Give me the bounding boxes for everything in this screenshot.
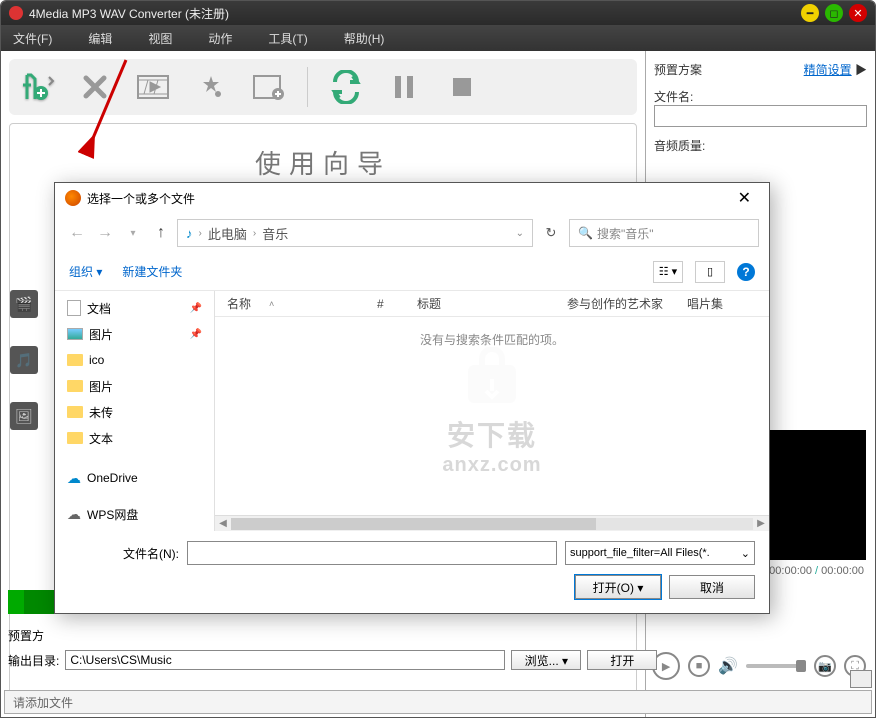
tree-item[interactable]: 未传: [55, 399, 214, 425]
empty-message: 没有与搜索条件匹配的项。: [420, 331, 564, 348]
breadcrumb[interactable]: ♪ › 此电脑 › 音乐 ⌄: [177, 219, 533, 247]
nav-up-button[interactable]: ↑: [149, 224, 173, 242]
folder-icon: [67, 432, 83, 444]
cancel-button[interactable]: 取消: [669, 575, 755, 599]
titlebar: 4Media MP3 WAV Converter (未注册) ━ ◻ ✕: [1, 1, 875, 25]
bottom-preset-label: 预置方: [8, 627, 44, 644]
wizard-title: 使用向导: [10, 144, 636, 181]
maximize-button[interactable]: ◻: [825, 4, 843, 22]
volume-icon: 🔊: [718, 656, 738, 676]
refresh-button[interactable]: ↻: [537, 225, 565, 241]
pause-button[interactable]: [384, 67, 424, 107]
menu-tools[interactable]: 工具(T): [268, 30, 307, 47]
filename-input[interactable]: [654, 105, 867, 127]
play-controls: ▶ ■ 🔊 📷 ⛶: [652, 652, 866, 680]
clip-button[interactable]: [133, 67, 173, 107]
delete-button[interactable]: [75, 67, 115, 107]
help-button[interactable]: ?: [737, 263, 755, 281]
side-tab-video[interactable]: 🎬: [10, 290, 38, 318]
filename-field[interactable]: [187, 541, 557, 565]
convert-button[interactable]: [326, 67, 366, 107]
cloud-icon: ☁: [67, 470, 81, 487]
folder-icon: [67, 354, 83, 366]
menubar: 文件(F) 编辑 视图 动作 工具(T) 帮助(H): [1, 25, 875, 51]
browse-button[interactable]: 浏览... ▾: [511, 650, 581, 670]
folder-icon: [67, 380, 83, 392]
nav-forward-button[interactable]: →: [93, 224, 117, 242]
dialog-title: 选择一个或多个文件: [87, 190, 195, 207]
folder-tree: 文档📌 图片📌 ico 图片 未传 文本 ☁OneDrive ☁WPS网盘 此电…: [55, 291, 215, 531]
file-filter-dropdown[interactable]: support_file_filter=All Files(*.⌄: [565, 541, 755, 565]
dialog-icon: [65, 190, 81, 206]
new-folder-button[interactable]: 新建文件夹: [122, 263, 182, 280]
filename-label: 文件名:: [654, 88, 867, 105]
effects-button[interactable]: [191, 67, 231, 107]
tree-item[interactable]: 文档📌: [55, 295, 214, 321]
side-tab-image[interactable]: 🖼: [10, 402, 38, 430]
progress-indicator: [850, 670, 872, 688]
output-dir-label: 输出目录:: [8, 652, 59, 669]
side-tabs: 🎬 🎵 🖼: [10, 290, 38, 430]
open-button[interactable]: 打开(O) ▾: [575, 575, 661, 599]
dialog-close-button[interactable]: ✕: [730, 188, 759, 208]
window-title: 4Media MP3 WAV Converter (未注册): [29, 5, 229, 22]
search-icon: 🔍: [578, 226, 593, 240]
tree-item[interactable]: 图片📌: [55, 321, 214, 347]
horizontal-scrollbar[interactable]: ◀ ▶: [215, 515, 769, 531]
filename-label: 文件名(N):: [69, 545, 179, 562]
side-tab-audio[interactable]: 🎵: [10, 346, 38, 374]
view-mode-button[interactable]: ☷ ▾: [653, 261, 683, 283]
tree-item[interactable]: 文本: [55, 425, 214, 451]
stop-button[interactable]: [442, 67, 482, 107]
add-file-button[interactable]: [17, 67, 57, 107]
tree-item-wps[interactable]: ☁WPS网盘: [55, 501, 214, 527]
add-clip-button[interactable]: [249, 67, 289, 107]
output-dir-input[interactable]: [65, 650, 505, 670]
minimize-button[interactable]: ━: [801, 4, 819, 22]
search-input[interactable]: 🔍 搜索"音乐": [569, 219, 759, 247]
col-number[interactable]: #: [365, 297, 405, 311]
tree-item[interactable]: ico: [55, 347, 214, 373]
status-bar: 请添加文件: [4, 690, 872, 714]
volume-slider[interactable]: [746, 664, 806, 668]
tree-item-onedrive[interactable]: ☁OneDrive: [55, 465, 214, 491]
status-text: 请添加文件: [13, 694, 73, 711]
nav-back-button[interactable]: ←: [65, 224, 89, 242]
open-dir-button[interactable]: 打开: [587, 650, 657, 670]
time-display: 00:00:00 / 00:00:00: [769, 565, 864, 577]
cloud-icon: ☁: [67, 506, 81, 523]
col-title[interactable]: 标题: [405, 295, 555, 312]
music-icon: ♪: [186, 226, 193, 241]
menu-edit[interactable]: 编辑: [88, 30, 112, 47]
sort-arrow-icon: ˄: [269, 299, 274, 309]
app-icon: [9, 6, 23, 20]
menu-view[interactable]: 视图: [148, 30, 172, 47]
col-name[interactable]: 名称˄: [215, 295, 365, 312]
settings-toggle[interactable]: 精简设置: [804, 63, 852, 77]
file-open-dialog: 选择一个或多个文件 ✕ ← → ▾ ↑ ♪ › 此电脑 › 音乐 ⌄ ↻ 🔍 搜…: [54, 182, 770, 614]
watermark: 安下载 anxz.com: [442, 347, 541, 477]
preset-label: 预置方案: [654, 61, 702, 78]
menu-help[interactable]: 帮助(H): [344, 30, 385, 47]
pin-icon: 📌: [190, 303, 202, 314]
stop-playback-button[interactable]: ■: [688, 655, 710, 677]
organize-menu[interactable]: 组织 ▾: [69, 263, 102, 280]
col-artist[interactable]: 参与创作的艺术家: [555, 295, 675, 312]
nav-recent-button[interactable]: ▾: [121, 228, 145, 239]
column-headers: 名称˄ # 标题 参与创作的艺术家 唱片集: [215, 291, 769, 317]
tree-item[interactable]: 图片: [55, 373, 214, 399]
col-album[interactable]: 唱片集: [675, 295, 735, 312]
preview-pane-button[interactable]: ▯: [695, 261, 725, 283]
menu-action[interactable]: 动作: [208, 30, 232, 47]
pin-icon: 📌: [190, 329, 202, 340]
audio-quality-label: 音频质量:: [654, 137, 867, 154]
toolbar: [9, 59, 637, 115]
picture-icon: [67, 328, 83, 340]
document-icon: [67, 300, 81, 316]
snapshot-button[interactable]: 📷: [814, 655, 836, 677]
menu-file[interactable]: 文件(F): [13, 30, 52, 47]
close-button[interactable]: ✕: [849, 4, 867, 22]
folder-icon: [67, 406, 83, 418]
